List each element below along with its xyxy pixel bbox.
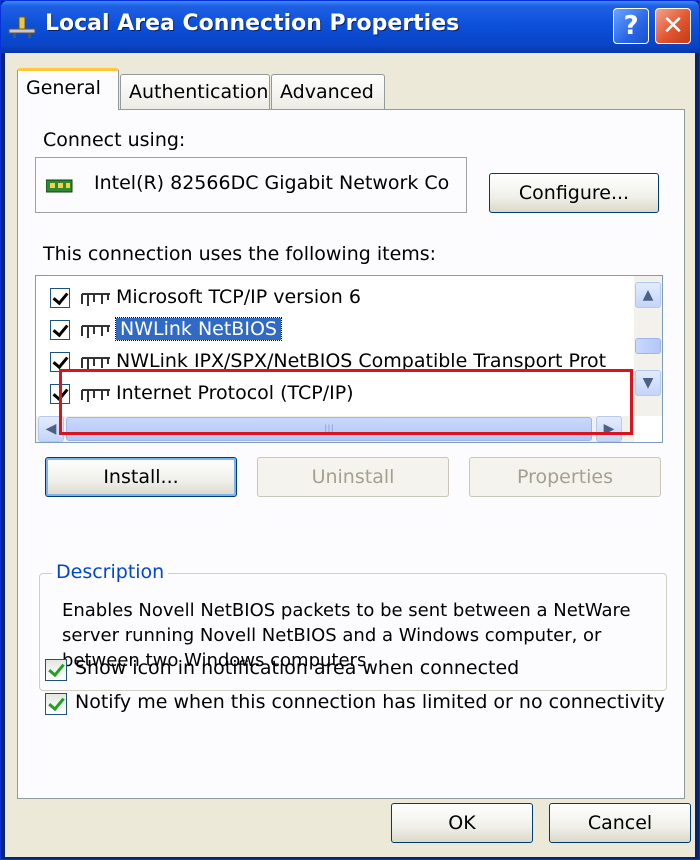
show-icon-label[interactable]: Show icon in notification area when conn…	[75, 657, 519, 679]
list-item[interactable]: Microsoft TCP/IP version 6	[36, 284, 636, 314]
item-checkbox[interactable]	[50, 352, 70, 372]
close-button[interactable]: ✕	[655, 8, 691, 44]
properties-button[interactable]: Properties	[469, 457, 661, 497]
scroll-left-icon[interactable]: ◀	[38, 416, 64, 442]
item-checkbox[interactable]	[50, 288, 70, 308]
item-checkbox[interactable]	[50, 384, 70, 404]
tab-general[interactable]: General	[17, 68, 119, 110]
tab-advanced[interactable]: Advanced	[271, 74, 385, 110]
title-bar[interactable]: Local Area Connection Properties ? ✕	[1, 1, 699, 53]
vertical-scrollbar[interactable]: ▲ ▼	[634, 276, 662, 416]
list-item[interactable]: NWLink NetBIOS	[36, 316, 636, 346]
network-protocol-icon	[81, 389, 110, 402]
scroll-right-icon[interactable]: ▶	[596, 416, 622, 442]
uninstall-button[interactable]: Uninstall	[257, 457, 449, 497]
list-item[interactable]: NWLink IPX/SPX/NetBIOS Compatible Transp…	[36, 348, 636, 378]
scroll-down-icon[interactable]: ▼	[635, 370, 661, 396]
network-protocol-icon	[81, 293, 110, 306]
item-label: Microsoft TCP/IP version 6	[116, 286, 361, 308]
notify-checkbox[interactable]	[45, 693, 67, 715]
tab-authentication[interactable]: Authentication	[120, 74, 270, 110]
horizontal-scrollbar[interactable]: ◀ ||| ▶	[36, 416, 634, 442]
adapter-name: Intel(R) 82566DC Gigabit Network Co	[94, 172, 450, 194]
help-button[interactable]: ?	[613, 8, 649, 44]
item-label: Internet Protocol (TCP/IP)	[116, 382, 354, 404]
ok-button[interactable]: OK	[391, 803, 533, 843]
connect-using-label: Connect using:	[43, 129, 186, 151]
adapter-field: Intel(R) 82566DC Gigabit Network Co	[35, 157, 467, 213]
list-item[interactable]: Internet Protocol (TCP/IP)	[36, 380, 636, 410]
install-button[interactable]: Install...	[45, 457, 237, 497]
network-protocol-icon	[81, 357, 110, 370]
notify-label[interactable]: Notify me when this connection has limit…	[75, 691, 665, 713]
horizontal-scroll-thumb[interactable]: |||	[66, 417, 592, 441]
window-title: Local Area Connection Properties	[45, 11, 460, 36]
item-checkbox[interactable]	[50, 320, 70, 340]
description-legend: Description	[52, 561, 169, 583]
network-protocol-icon	[81, 325, 110, 338]
vertical-scroll-thumb[interactable]	[635, 338, 661, 354]
items-label: This connection uses the following items…	[43, 243, 437, 265]
show-icon-checkbox[interactable]	[45, 659, 67, 681]
components-list[interactable]: Microsoft TCP/IP version 6 NWLink NetBIO…	[35, 275, 663, 443]
dialog-client-area: General Authentication Advanced Connect …	[5, 53, 695, 857]
scroll-up-icon[interactable]: ▲	[635, 282, 661, 308]
item-label: NWLink IPX/SPX/NetBIOS Compatible Transp…	[116, 350, 607, 372]
network-adapter-icon	[46, 179, 73, 193]
configure-button[interactable]: Configure...	[489, 173, 659, 213]
properties-window: Local Area Connection Properties ? ✕ Gen…	[0, 0, 700, 860]
network-connection-icon	[8, 16, 36, 38]
item-label: NWLink NetBIOS	[115, 317, 282, 341]
cancel-button[interactable]: Cancel	[549, 803, 691, 843]
